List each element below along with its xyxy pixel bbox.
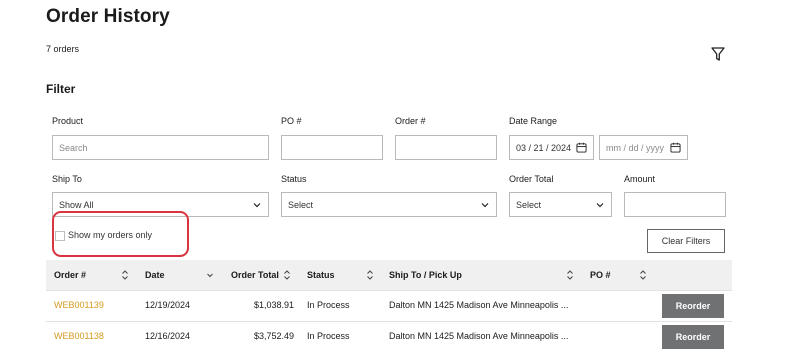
column-header-po[interactable]: PO # — [590, 260, 611, 290]
order-date: 12/16/2024 — [145, 331, 191, 341]
chevron-down-icon[interactable] — [206, 269, 214, 281]
order-number-label: Order # — [395, 116, 426, 126]
order-ship-to: Dalton MN 1425 Madison Ave Minneapolis .… — [389, 331, 569, 341]
po-input[interactable] — [281, 135, 383, 160]
order-number-link[interactable]: WEB001139 — [54, 300, 104, 310]
date-end-placeholder: mm / dd / yyyy — [606, 142, 665, 153]
status-selected: Select — [288, 199, 314, 210]
order-status: In Process — [307, 300, 350, 310]
order-number-link[interactable]: WEB001138 — [54, 331, 104, 341]
show-my-orders-label[interactable]: Show my orders only — [68, 230, 152, 240]
date-start-value: 03 / 21 / 2024 — [516, 142, 572, 153]
order-number-input[interactable] — [395, 135, 497, 160]
row-divider — [46, 290, 732, 291]
order-status: In Process — [307, 331, 350, 341]
po-label: PO # — [281, 116, 302, 126]
filter-icon[interactable] — [710, 46, 726, 62]
ship-to-selected: Show All — [59, 199, 94, 210]
sort-icon[interactable] — [566, 269, 574, 281]
product-search-input[interactable]: Search — [52, 135, 269, 160]
chevron-down-icon — [253, 202, 261, 207]
chevron-down-icon — [481, 202, 489, 207]
order-count: 7 orders — [46, 44, 80, 54]
order-total: $1,038.91 — [254, 300, 295, 310]
ship-to-label: Ship To — [52, 174, 82, 184]
status-label: Status — [281, 174, 307, 184]
show-my-orders-checkbox[interactable] — [55, 231, 65, 241]
reorder-button[interactable]: Reorder — [662, 294, 724, 318]
order-total-label: Order Total — [509, 174, 554, 184]
order-total: $3,752.49 — [254, 331, 295, 341]
product-label: Product — [52, 116, 84, 126]
page-title: Order History — [46, 6, 170, 27]
calendar-icon[interactable] — [576, 142, 587, 153]
date-end-input[interactable]: mm / dd / yyyy — [599, 135, 688, 160]
order-total-select[interactable]: Select — [509, 192, 612, 217]
amount-label: Amount — [624, 174, 656, 184]
sort-icon[interactable] — [639, 269, 647, 281]
calendar-icon[interactable] — [670, 142, 681, 153]
sort-icon[interactable] — [283, 269, 291, 281]
column-header-status[interactable]: Status — [307, 260, 335, 290]
clear-filters-button[interactable]: Clear Filters — [647, 229, 725, 253]
chevron-down-icon — [596, 202, 604, 207]
order-ship-to: Dalton MN 1425 Madison Ave Minneapolis .… — [389, 300, 569, 310]
row-divider — [46, 321, 732, 322]
status-select[interactable]: Select — [281, 192, 497, 217]
date-start-input[interactable]: 03 / 21 / 2024 — [509, 135, 594, 160]
date-range-label: Date Range — [509, 116, 558, 126]
table-header: Order # Date Order Total Status Ship To … — [46, 260, 732, 290]
sort-icon[interactable] — [121, 269, 129, 281]
reorder-button[interactable]: Reorder — [662, 325, 724, 349]
order-total-selected: Select — [516, 199, 542, 210]
column-header-ship-to[interactable]: Ship To / Pick Up — [389, 260, 462, 290]
filter-heading: Filter — [46, 82, 76, 96]
product-search-placeholder: Search — [59, 142, 88, 153]
order-date: 12/19/2024 — [145, 300, 191, 310]
amount-input[interactable] — [624, 192, 726, 217]
column-header-order-total[interactable]: Order Total — [231, 260, 279, 290]
column-header-date[interactable]: Date — [145, 260, 165, 290]
sort-icon[interactable] — [366, 269, 374, 281]
column-header-order[interactable]: Order # — [54, 260, 86, 290]
